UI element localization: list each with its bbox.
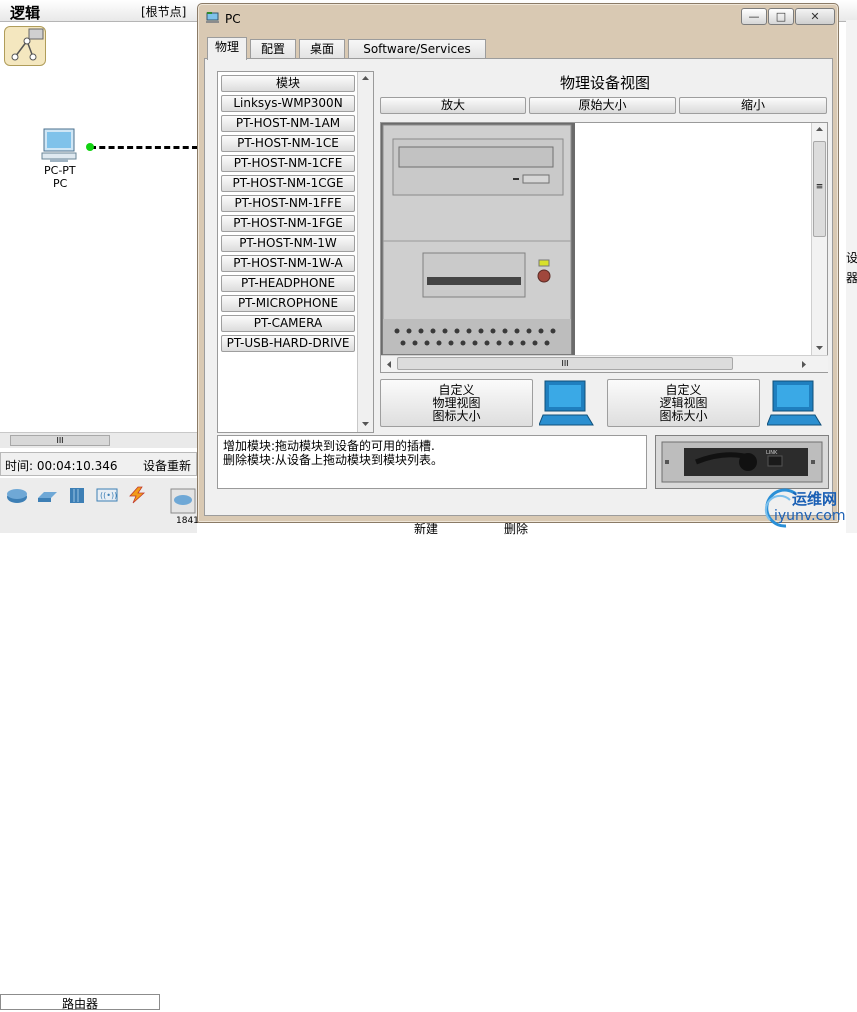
workspace-hscrollbar[interactable]: III [0, 432, 197, 448]
module-item[interactable]: PT-HOST-NM-1W-A [221, 255, 355, 272]
pc-device-icon[interactable] [40, 128, 80, 164]
pc-model-label: PC-PT [44, 164, 76, 177]
scroll-up-arrow-icon[interactable] [358, 72, 373, 84]
close-button[interactable]: ✕ [795, 8, 835, 25]
pc-tower-image [381, 123, 575, 356]
right-text-2: 器 [846, 271, 857, 285]
zoom-out-button[interactable]: 缩小 [679, 97, 827, 114]
physical-view-title: 物理设备视图 [559, 74, 650, 92]
logical-view-pc-icon [767, 380, 822, 426]
right-text-1: 设 [846, 251, 857, 265]
reset-devices-button[interactable]: 设备重新 [143, 457, 191, 474]
module-preview: LINK [655, 435, 829, 489]
custom-physical-icon-size-button[interactable]: 自定义 物理视图 图标大小 [380, 379, 533, 427]
watermark-text: 运维网 [792, 490, 838, 508]
wireless-icon[interactable]: ((•)) [96, 486, 118, 504]
pc-dialog-window: PC — □ ✕ 物理 配置 桌面 Software/Services 模块 L… [197, 3, 839, 523]
module-instructions: 增加模块:拖动模块到设备的可用的插槽. 删除模块:从设备上拖动模块到模块列表。 [217, 435, 647, 489]
scroll-up-arrow-icon[interactable] [812, 123, 827, 135]
svg-text:((•)): ((•)) [100, 491, 117, 500]
switch-icon[interactable] [36, 486, 58, 504]
maximize-button[interactable]: □ [768, 8, 794, 25]
module-item[interactable]: PT-HOST-NM-1CE [221, 135, 355, 152]
module-item[interactable]: Linksys-WMP300N [221, 95, 355, 112]
tab-config[interactable]: 配置 [250, 39, 296, 59]
module-item[interactable]: PT-MICROPHONE [221, 295, 355, 312]
scroll-down-arrow-icon[interactable] [812, 342, 827, 354]
viewport-vscroll-thumb[interactable]: ≡ [813, 141, 826, 237]
physical-tab-panel: 模块 Linksys-WMP300N PT-HOST-NM-1AM PT-HOS… [204, 58, 833, 516]
dialog-titlebar[interactable]: PC — □ ✕ [198, 4, 838, 32]
watermark-domain: iyunv.com [774, 508, 846, 524]
zoom-in-button[interactable]: 放大 [380, 97, 526, 114]
pc-title-icon [206, 12, 219, 23]
module-item[interactable]: PT-HOST-NM-1FGE [221, 215, 355, 232]
original-size-button[interactable]: 原始大小 [529, 97, 676, 114]
tab-desktop[interactable]: 桌面 [299, 39, 345, 59]
add-module-instruction: 增加模块:拖动模块到设备的可用的插槽. [223, 439, 435, 453]
device-category-label: 路由器 [0, 994, 160, 1011]
module-item[interactable]: PT-HOST-NM-1AM [221, 115, 355, 132]
connection-lightning-icon[interactable] [126, 486, 148, 504]
module-list-header[interactable]: 模块 [221, 75, 355, 92]
device-palette: ((•)) 1841 路由器 [0, 478, 199, 1011]
link-status-dot [86, 143, 94, 151]
custom-logical-line3: 图标大小 [659, 409, 708, 423]
module-list-scrollbar[interactable] [357, 72, 373, 432]
module-item[interactable]: PT-HOST-NM-1CGE [221, 175, 355, 192]
physical-view-pc-icon [539, 380, 594, 426]
module-list-items: 模块 Linksys-WMP300N PT-HOST-NM-1AM PT-HOS… [219, 73, 357, 431]
scroll-down-arrow-icon[interactable] [358, 418, 373, 430]
module-link-label: LINK [766, 450, 778, 456]
hub-icon[interactable] [66, 486, 88, 504]
module-item[interactable]: PT-HOST-NM-1FFE [221, 195, 355, 212]
module-item[interactable]: PT-USB-HARD-DRIVE [221, 335, 355, 352]
viewport-hscroll-thumb[interactable]: III [397, 357, 733, 370]
viewport-hscrollbar[interactable]: III [381, 355, 828, 372]
simulation-time: 时间: 00:04:10.346 [5, 459, 118, 473]
device-viewport[interactable]: ≡ III [380, 122, 828, 373]
module-item[interactable]: PT-HOST-NM-1W [221, 235, 355, 252]
minimize-button[interactable]: — [741, 8, 767, 25]
module-item[interactable]: PT-CAMERA [221, 315, 355, 332]
viewport-vscrollbar[interactable]: ≡ [811, 123, 827, 356]
dialog-title: PC [225, 12, 241, 26]
time-status-bar: 时间: 00:04:10.346 设备重新 [0, 452, 197, 476]
tab-software-services[interactable]: Software/Services [348, 39, 486, 59]
tab-physical[interactable]: 物理 [207, 37, 247, 60]
root-node-label[interactable]: [根节点] [141, 3, 186, 20]
router-1841-icon[interactable] [170, 488, 196, 514]
network-tree-icon [11, 28, 44, 61]
module-preview-image: LINK [661, 441, 823, 483]
custom-logical-icon-size-button[interactable]: 自定义 逻辑视图 图标大小 [607, 379, 760, 427]
router-icon[interactable] [6, 486, 28, 504]
custom-physical-line3: 图标大小 [432, 409, 481, 423]
workspace-title: 逻辑 [10, 4, 41, 22]
module-list: 模块 Linksys-WMP300N PT-HOST-NM-1AM PT-HOS… [217, 71, 374, 433]
navigation-button[interactable] [4, 26, 46, 66]
remove-module-instruction: 删除模块:从设备上拖动模块到模块列表。 [223, 453, 444, 467]
module-item[interactable]: PT-HEADPHONE [221, 275, 355, 292]
right-panel-text: 设 器 [846, 248, 857, 288]
module-item[interactable]: PT-HOST-NM-1CFE [221, 155, 355, 172]
network-link[interactable] [90, 146, 198, 149]
scroll-right-arrow-icon[interactable] [798, 358, 810, 371]
router-model-label: 1841 [176, 516, 199, 526]
scroll-left-arrow-icon[interactable] [383, 358, 395, 371]
pc-name-label: PC [53, 177, 68, 190]
workspace-hscroll-thumb[interactable]: III [10, 435, 110, 446]
